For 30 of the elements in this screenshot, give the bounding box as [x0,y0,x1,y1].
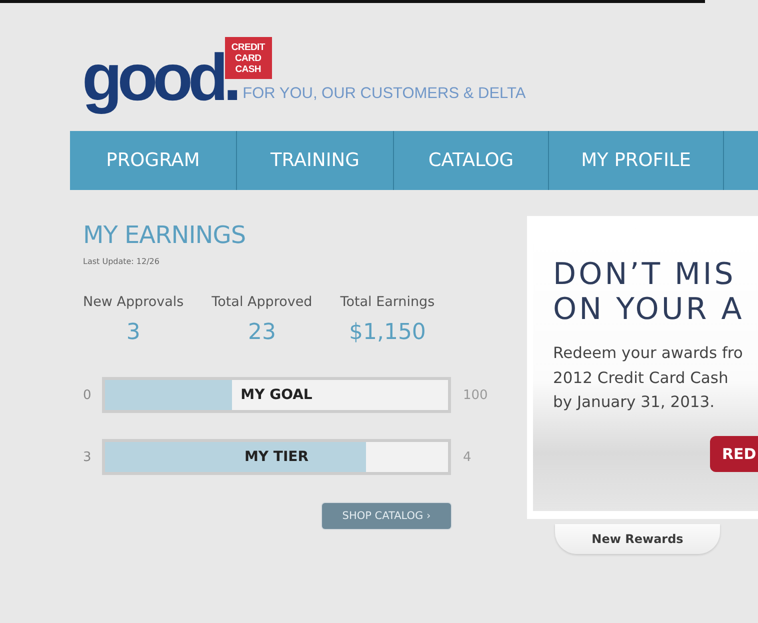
redeem-button[interactable]: RED [710,436,758,472]
meter-min-label: 0 [83,388,92,402]
badge-text: CASH [235,64,261,74]
section-title: MY EARNINGS [83,221,246,249]
nav-link[interactable]: TRAINING [237,131,394,190]
stat-label: New Approvals [83,293,184,311]
badge-text: CREDIT [231,42,265,52]
last-update-text: Last Update: 12/26 [83,257,160,267]
logo-tagline: FOR YOU, OUR CUSTOMERS & DELTA [242,85,526,103]
stat-value: $1,150 [348,319,426,347]
progress-label: MY GOAL [240,387,312,403]
rewards-tab[interactable]: New Rewards [555,524,720,554]
stat-value: 23 [248,319,276,347]
meter-max-label: 100 [463,388,488,402]
promo-heading: ON YOUR A [553,292,744,327]
nav-link[interactable]: MY PROFILE [549,131,724,190]
promo-heading: DON’T MIS [553,257,736,292]
badge-text: CARD [234,52,262,64]
nav-link[interactable]: CATALOG [394,131,549,190]
stat-label: Total Approved [212,293,312,311]
promo-text: 2012 Credit Card Cash [553,368,728,388]
shop-catalog-button[interactable]: SHOP CATALOG › [322,503,451,529]
stat-value: 3 [126,319,140,347]
nav-link[interactable]: PROGRAM [70,131,237,190]
promo-text: Redeem your awards fro [553,343,743,364]
meter-min-label: 3 [83,450,92,464]
stat-label: Total Earnings [340,293,435,311]
promo-text: by January 31, 2013. [553,392,715,413]
meter-max-label: 4 [463,450,472,464]
progress-label: MY TIER [244,449,309,465]
